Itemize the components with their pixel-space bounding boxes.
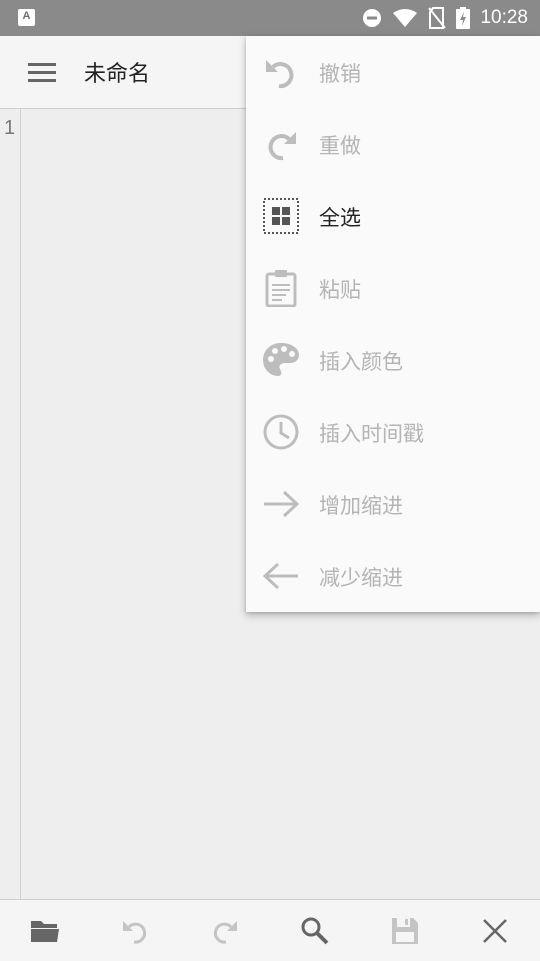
- arrow-right-icon: [264, 490, 300, 518]
- menu-item-label: 全选: [319, 206, 361, 230]
- menu-item-label: 粘贴: [319, 278, 361, 302]
- menu-item-decrease-indent[interactable]: 减少缩进: [246, 540, 540, 612]
- menu-item-select-all[interactable]: 全选: [246, 180, 540, 252]
- menu-item-label: 撤销: [319, 62, 361, 86]
- menu-item-label: 插入时间戳: [319, 422, 424, 446]
- menu-item-redo[interactable]: 重做: [246, 108, 540, 180]
- menu-item-label: 插入颜色: [319, 350, 403, 374]
- menu-item-label: 减少缩进: [319, 566, 403, 590]
- redo-icon[interactable]: [209, 915, 241, 947]
- document-title: 未命名: [84, 62, 151, 87]
- arrow-left-icon: [262, 562, 298, 590]
- undo-icon[interactable]: [119, 915, 151, 947]
- no-sim-icon: [428, 7, 447, 29]
- status-bar: A 10:28: [0, 0, 540, 36]
- clipboard-icon: [265, 270, 297, 307]
- menu-item-label: 重做: [319, 134, 361, 158]
- font-a-icon: A: [18, 9, 35, 26]
- open-folder-icon[interactable]: [29, 915, 61, 947]
- battery-charging-icon: [456, 7, 471, 29]
- notification-letter: A: [22, 10, 31, 22]
- line-number: 1: [4, 117, 16, 139]
- clock-icon: [263, 414, 299, 450]
- menu-item-increase-indent[interactable]: 增加缩进: [246, 468, 540, 540]
- menu-item-label: 增加缩进: [319, 494, 403, 518]
- undo-icon: [266, 60, 294, 89]
- menu-item-paste[interactable]: 粘贴: [246, 252, 540, 324]
- wifi-icon: [393, 9, 418, 27]
- overflow-menu: 撤销 重做 全选 粘贴 插入颜色 插入时间戳 增加缩进 减少缩进: [246, 36, 540, 612]
- hamburger-menu-icon[interactable]: [22, 56, 62, 88]
- menu-item-insert-color[interactable]: 插入颜色: [246, 324, 540, 396]
- select-all-icon: [263, 198, 299, 234]
- line-number-gutter: 1: [0, 109, 21, 899]
- bottom-toolbar: [0, 899, 540, 961]
- search-icon[interactable]: [299, 915, 331, 947]
- save-icon[interactable]: [389, 915, 421, 947]
- menu-item-undo[interactable]: 撤销: [246, 36, 540, 108]
- close-icon[interactable]: [479, 915, 511, 947]
- redo-icon: [268, 132, 296, 161]
- palette-icon: [263, 343, 299, 376]
- menu-item-insert-timestamp[interactable]: 插入时间戳: [246, 396, 540, 468]
- do-not-disturb-icon: [363, 9, 382, 27]
- status-time: 10:28: [480, 7, 528, 28]
